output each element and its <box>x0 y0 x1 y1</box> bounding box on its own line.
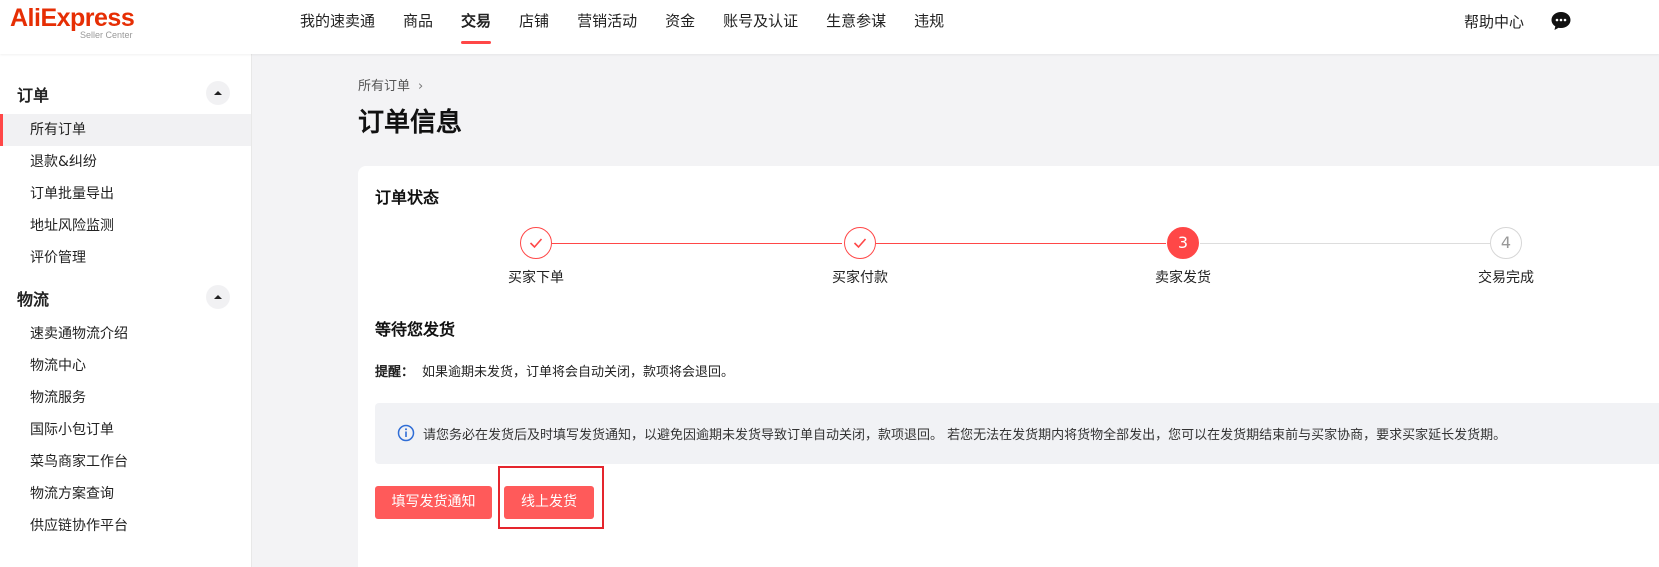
logo-text: AliExpress <box>10 4 135 32</box>
nav-marketing[interactable]: 营销活动 <box>577 0 637 54</box>
step-3-circle: 3 <box>1167 227 1199 259</box>
order-status-title: 订单状态 <box>375 188 440 207</box>
step-line-3 <box>1200 243 1490 244</box>
nav-store[interactable]: 店铺 <box>519 0 549 54</box>
sidebar-item-supply-chain[interactable]: 供应链协作平台 <box>0 510 251 542</box>
reminder: 提醒： 如果逾期未发货，订单将会自动关闭，款项将会退回。 <box>375 361 734 380</box>
sidebar-item-logistics-services[interactable]: 物流服务 <box>0 382 251 414</box>
breadcrumb-all-orders[interactable]: 所有订单 <box>358 79 410 94</box>
reminder-text: 如果逾期未发货，订单将会自动关闭，款项将会退回。 <box>422 365 735 380</box>
logo-subtext: Seller Center <box>80 30 133 40</box>
step-4-label: 交易完成 <box>1478 270 1534 286</box>
nav-trade[interactable]: 交易 <box>461 0 492 54</box>
sidebar-item-refunds[interactable]: 退款&纠纷 <box>0 146 251 178</box>
sidebar-item-logistics-intro[interactable]: 速卖通物流介绍 <box>0 318 251 350</box>
sidebar-item-logistics-center[interactable]: 物流中心 <box>0 350 251 382</box>
sidebar-item-logistics-query[interactable]: 物流方案查询 <box>0 478 251 510</box>
info-icon <box>397 424 415 442</box>
step-2-circle <box>844 227 876 259</box>
nav-products[interactable]: 商品 <box>403 0 433 54</box>
sidebar-section-orders[interactable]: 订单 <box>17 82 49 106</box>
info-notice: 请您务必在发货后及时填写发货通知，以避免因逾期未发货导致订单自动关闭，款项退回。… <box>375 403 1659 464</box>
caret-up-icon <box>214 295 222 299</box>
step-1-label: 买家下单 <box>508 270 564 286</box>
sidebar-section-logistics[interactable]: 物流 <box>17 286 49 310</box>
collapse-logistics-button[interactable] <box>206 285 230 309</box>
step-line-2 <box>876 243 1166 244</box>
nav-funds[interactable]: 资金 <box>665 0 695 54</box>
nav-account[interactable]: 账号及认证 <box>723 0 798 54</box>
nav-business-advisor[interactable]: 生意参谋 <box>826 0 886 54</box>
online-shipping-button[interactable]: 线上发货 <box>504 486 594 519</box>
top-bar: AliExpress Seller Center 我的速卖通 商品 交易 店铺 … <box>0 0 1659 54</box>
chat-icon[interactable] <box>1550 10 1572 32</box>
sidebar-item-reviews[interactable]: 评价管理 <box>0 242 251 274</box>
info-notice-text: 请您务必在发货后及时填写发货通知，以避免因逾期未发货导致订单自动关闭，款项退回。… <box>423 428 1507 443</box>
reminder-label: 提醒： <box>375 365 415 380</box>
help-center-link[interactable]: 帮助中心 <box>1464 11 1524 32</box>
collapse-orders-button[interactable] <box>206 81 230 105</box>
waiting-shipment-title: 等待您发货 <box>375 320 456 339</box>
aliexpress-logo[interactable]: AliExpress Seller Center <box>10 4 140 44</box>
order-info-card: 订单状态 3 4 买家下单 买家付款 卖家发货 交易完成 等待您发货 提醒： 如果… <box>358 166 1659 567</box>
sidebar: 订单 所有订单 退款&纠纷 订单批量导出 地址风险监测 评价管理 物流 速卖通物… <box>0 54 252 567</box>
nav-my-aliexpress[interactable]: 我的速卖通 <box>300 0 375 54</box>
step-4-circle: 4 <box>1490 227 1522 259</box>
check-icon <box>853 238 867 249</box>
step-line-1 <box>552 243 842 244</box>
sidebar-item-cainiao-workbench[interactable]: 菜鸟商家工作台 <box>0 446 251 478</box>
nav-violations[interactable]: 违规 <box>914 0 944 54</box>
top-nav: 我的速卖通 商品 交易 店铺 营销活动 资金 账号及认证 生意参谋 违规 <box>300 0 972 54</box>
breadcrumb: 所有订单 › <box>358 75 423 94</box>
sidebar-item-small-parcel[interactable]: 国际小包订单 <box>0 414 251 446</box>
step-3-label: 卖家发货 <box>1155 270 1211 286</box>
breadcrumb-separator: › <box>418 79 424 94</box>
step-2-label: 买家付款 <box>832 270 888 286</box>
sidebar-item-all-orders[interactable]: 所有订单 <box>0 114 251 146</box>
step-1-circle <box>520 227 552 259</box>
fill-shipping-notice-button[interactable]: 填写发货通知 <box>375 486 492 519</box>
page-title: 订单信息 <box>358 108 463 138</box>
check-icon <box>529 238 543 249</box>
sidebar-item-batch-export[interactable]: 订单批量导出 <box>0 178 251 210</box>
sidebar-item-address-risk[interactable]: 地址风险监测 <box>0 210 251 242</box>
caret-up-icon <box>214 91 222 95</box>
